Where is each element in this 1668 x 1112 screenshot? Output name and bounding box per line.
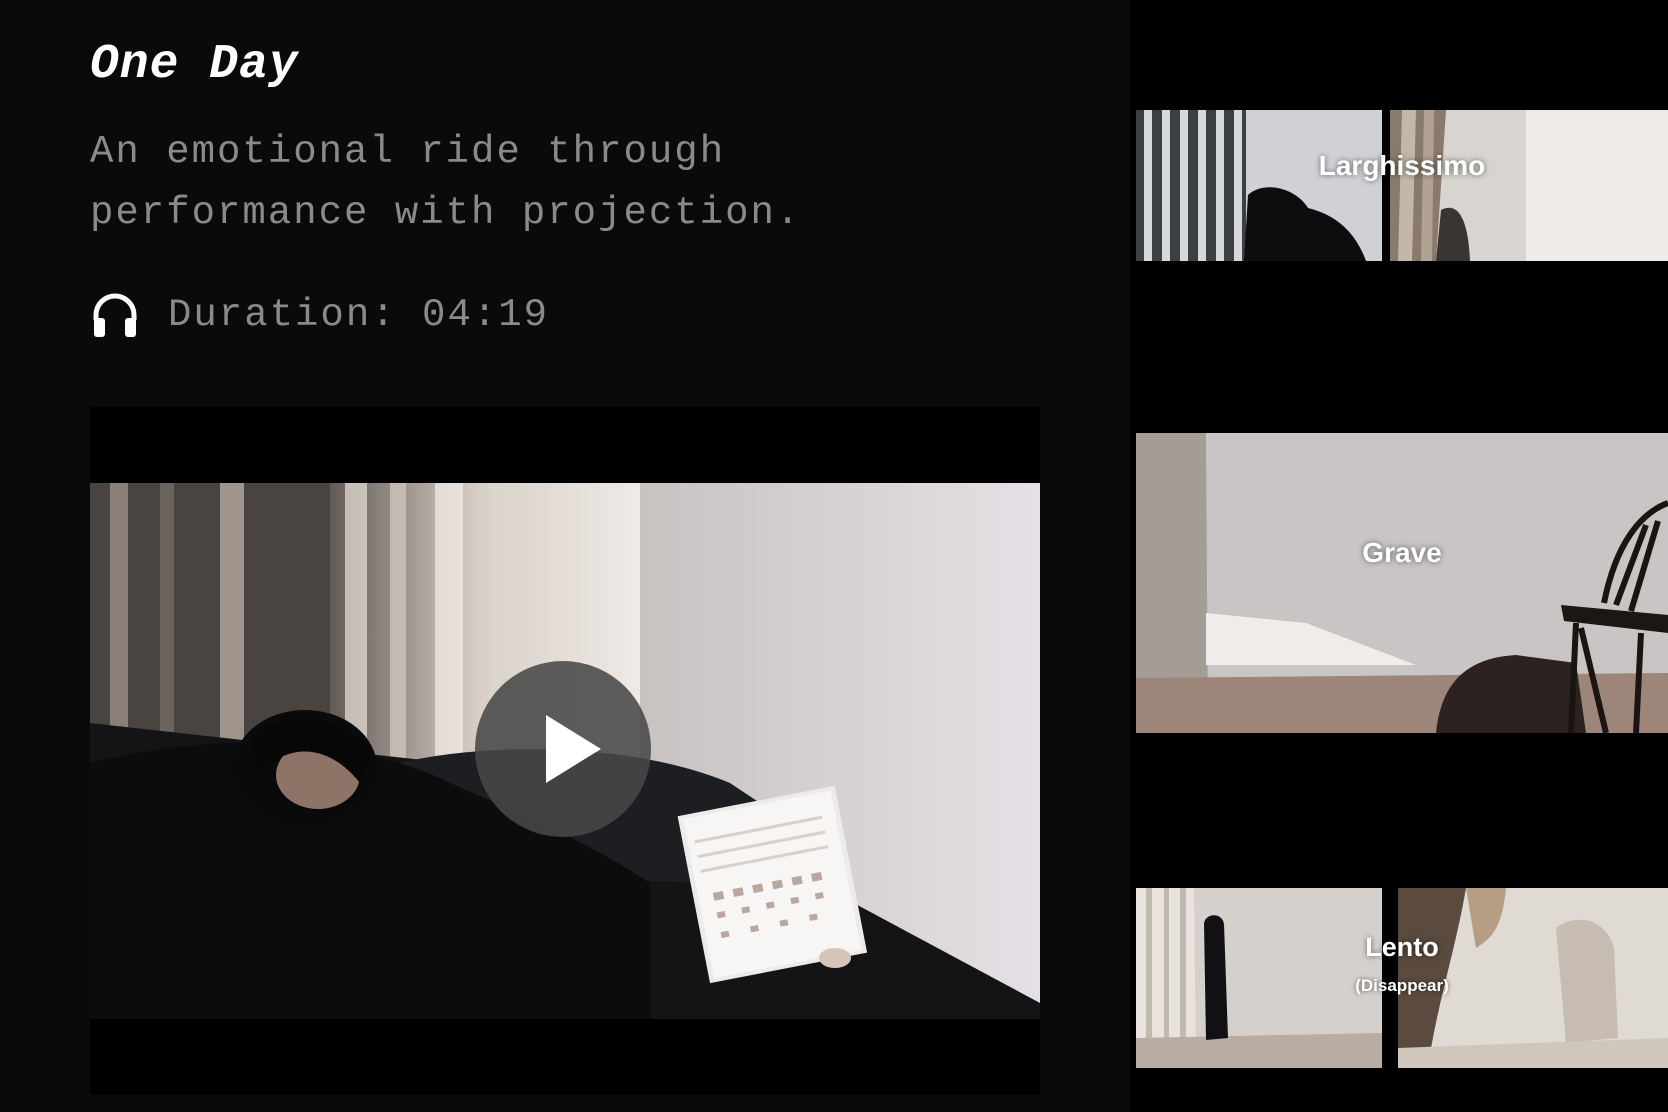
duration-row: Duration: 04:19 xyxy=(90,285,549,345)
duration-label: Duration: 04:19 xyxy=(168,293,550,337)
project-title: One Day xyxy=(90,38,299,92)
project-detail-panel: One Day An emotional ride through perfor… xyxy=(0,0,1130,1112)
scene-gallery: Larghissimo Grave Lento (Disappear) xyxy=(1130,0,1668,1112)
scene-sublabel-lento: (Disappear) xyxy=(1355,976,1449,995)
scene-thumbnail-grave[interactable]: Grave xyxy=(1136,433,1668,733)
play-button[interactable] xyxy=(475,661,651,837)
project-description: An emotional ride through performance wi… xyxy=(90,130,802,235)
scene-thumbnail-larghissimo[interactable]: Larghissimo xyxy=(1136,110,1668,261)
scene-label-lento: Lento xyxy=(1365,932,1439,962)
scene-label-larghissimo: Larghissimo xyxy=(1318,150,1486,181)
scene-thumbnail-lento[interactable]: Lento (Disappear) xyxy=(1136,888,1668,1068)
video-player[interactable] xyxy=(90,407,1040,1095)
scene-label-grave: Grave xyxy=(1362,537,1442,568)
headphones-icon xyxy=(90,290,140,340)
play-icon xyxy=(546,715,601,783)
